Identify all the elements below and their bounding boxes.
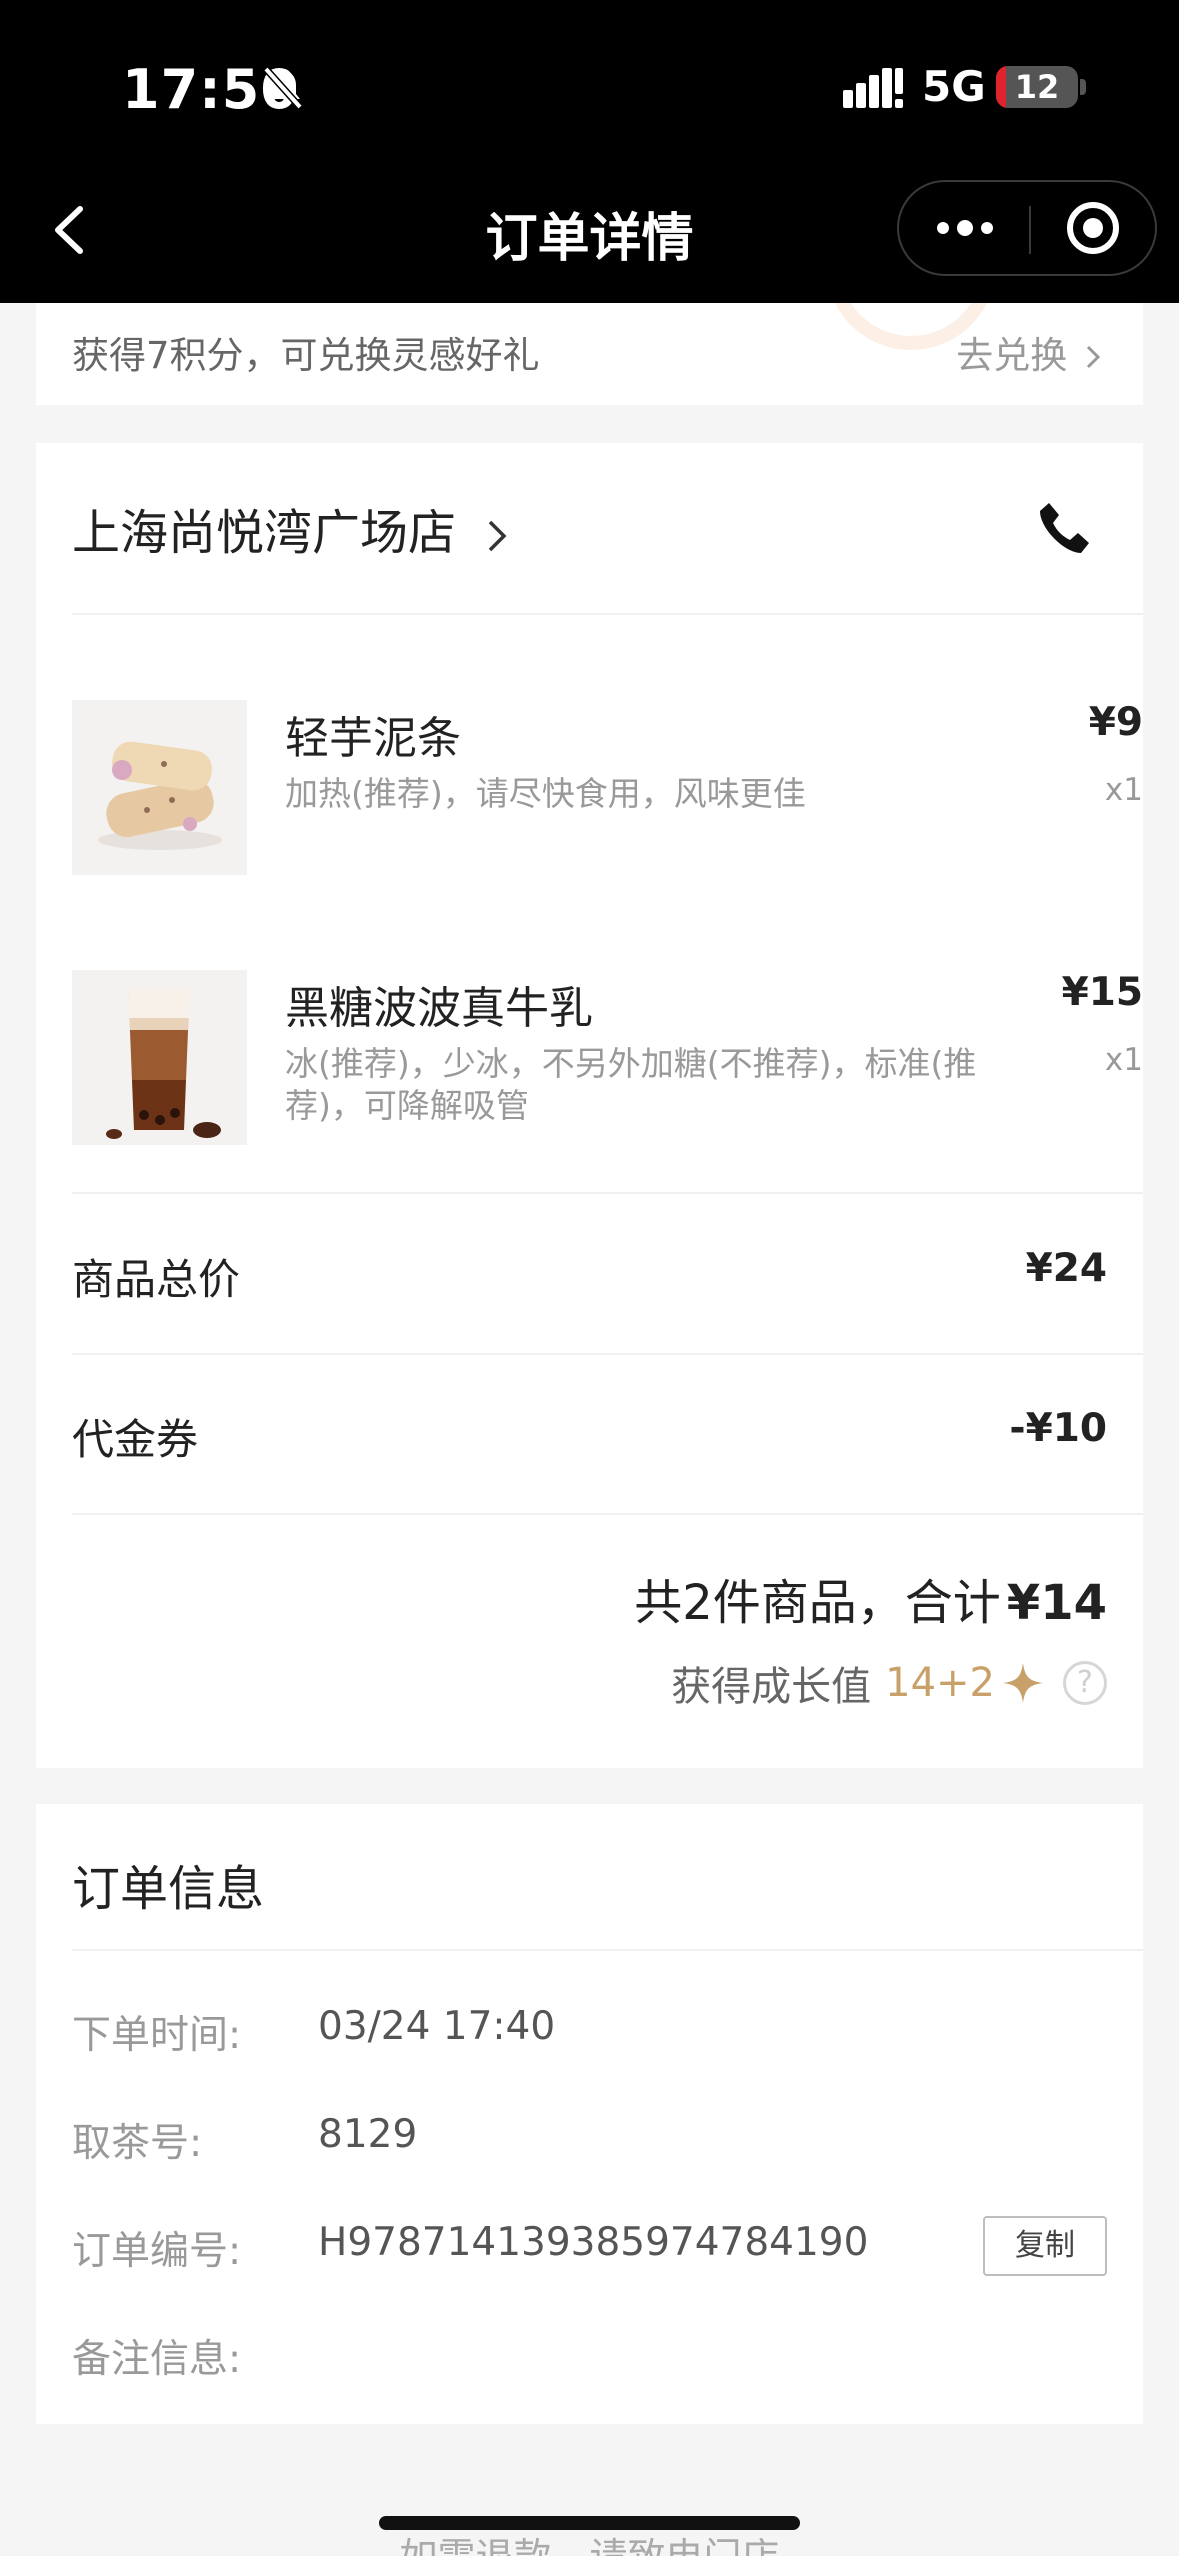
back-chevron-icon <box>55 206 83 254</box>
back-button[interactable] <box>40 195 104 265</box>
item-price: ¥9 <box>1088 700 1143 745</box>
remark-label: 备注信息: <box>72 2337 242 2382</box>
battery-level: 12 <box>1014 68 1060 106</box>
battery-indicator: 12 <box>996 66 1078 108</box>
refund-note: 如需退款，请致电门店 <box>0 2526 1179 2556</box>
item-name: 轻芋泥条 <box>285 713 461 764</box>
redeem-label: 去兑换 <box>956 334 1068 377</box>
help-icon[interactable]: ? <box>1063 1661 1107 1705</box>
miniprogram-capsule <box>897 180 1157 276</box>
chevron-right-icon <box>1086 345 1101 369</box>
close-miniprogram-button[interactable] <box>1037 192 1149 264</box>
total-prefix: 共2件商品，合计 <box>634 1575 1001 1631</box>
store-name: 上海尚悦湾广场店 <box>72 505 457 561</box>
points-text: 获得7积分，可兑换灵感好礼 <box>72 334 540 377</box>
total-amount: ¥14 <box>1006 1575 1107 1631</box>
target-icon <box>1067 202 1119 254</box>
divider <box>72 1513 1143 1515</box>
item-price: ¥15 <box>1061 970 1143 1015</box>
divider <box>72 1192 1143 1194</box>
battery-cap <box>1080 79 1086 95</box>
item-name: 黑糖波波真牛乳 <box>285 983 593 1034</box>
bell-slash-icon <box>263 66 303 110</box>
order-detail-page: 17:50 5G 12 订单详情 获得7积分，可兑换灵感好礼 去兑换 上海尚悦湾… <box>0 0 1179 2556</box>
order-number-label: 订单编号: <box>72 2229 242 2274</box>
capsule-divider <box>1029 206 1031 254</box>
divider <box>72 1353 1143 1355</box>
order-total: 共2件商品，合计 ¥14 <box>634 1563 1107 1633</box>
more-dots-icon <box>937 220 993 236</box>
order-number-value: H978714139385974784190 <box>318 2220 869 2265</box>
item-quantity: x1 <box>1104 1042 1143 1078</box>
item-image-taro-bread <box>72 700 247 875</box>
subtotal-value: ¥24 <box>1025 1246 1107 1291</box>
coupon-value: -¥10 <box>1009 1406 1107 1451</box>
redeem-link[interactable]: 去兑换 <box>956 325 1103 379</box>
order-card: 上海尚悦湾广场店 轻芋泥条 加热(推荐)，请尽快食用，风味更佳 ¥9 x1 黑糖… <box>36 443 1143 1768</box>
divider <box>72 613 1143 615</box>
more-button[interactable] <box>909 192 1021 264</box>
chevron-right-icon <box>489 520 507 552</box>
order-time-value: 03/24 17:40 <box>318 2004 556 2049</box>
order-info-title: 订单信息 <box>72 1861 265 1917</box>
coupon-label: 代金券 <box>72 1415 199 1464</box>
copy-button[interactable]: 复制 <box>983 2216 1107 2276</box>
order-time-label: 下单时间: <box>72 2013 242 2058</box>
subtotal-label: 商品总价 <box>72 1255 241 1304</box>
item-quantity: x1 <box>1104 772 1143 808</box>
sparkle-icon <box>1003 1663 1043 1703</box>
pickup-number-value: 8129 <box>318 2112 418 2157</box>
top-bar: 17:50 5G 12 订单详情 <box>0 0 1179 303</box>
phone-icon[interactable] <box>1035 499 1093 557</box>
divider <box>72 1949 1143 1951</box>
item-image-brown-sugar-milk <box>72 970 247 1145</box>
home-indicator[interactable] <box>379 2516 800 2530</box>
store-link[interactable]: 上海尚悦湾广场店 <box>72 493 509 563</box>
order-info-card: 订单信息 下单时间: 03/24 17:40 取茶号: 8129 订单编号: H… <box>36 1804 1143 2424</box>
signal-icon <box>843 68 903 108</box>
growth-label: 获得成长值 <box>671 1664 872 1710</box>
item-options: 加热(推荐)，请尽快食用，风味更佳 <box>285 774 806 813</box>
growth-value: 14+2 <box>885 1660 995 1706</box>
growth-points: 获得成长值 14+2 ? <box>671 1654 1107 1712</box>
network-label: 5G <box>922 62 986 111</box>
item-options: 冰(推荐)，少冰，不另外加糖(不推荐)，标准(推荐)，可降解吸管 <box>285 1044 977 1125</box>
pickup-number-label: 取茶号: <box>72 2121 203 2166</box>
